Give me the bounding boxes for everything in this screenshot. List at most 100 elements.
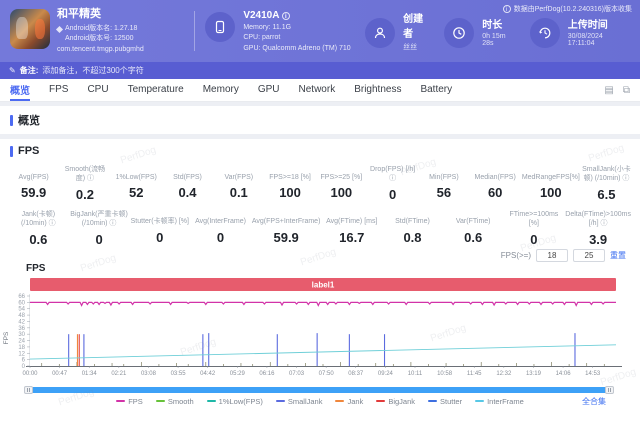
section-accent-bar xyxy=(10,115,13,126)
metrics-row-1: Avg(FPS)59.9Smooth(流畅度) ⓘ0.21%Low(FPS)52… xyxy=(0,157,640,202)
duration-label: 时长 xyxy=(482,16,518,31)
metric-value: 100 xyxy=(265,185,314,200)
svg-text:66: 66 xyxy=(18,294,25,300)
app-version-code: Android版本号: 12500 xyxy=(57,34,144,44)
fps-threshold-filter: FPS(>=) 重置 xyxy=(0,247,640,263)
svg-text:07:03: 07:03 xyxy=(289,371,305,377)
svg-text:03:55: 03:55 xyxy=(171,371,187,377)
scrollbar-track[interactable] xyxy=(32,387,606,393)
fullscreen-icon[interactable]: ⧉ xyxy=(623,85,630,96)
metric-value: 0.2 xyxy=(60,187,109,202)
tab-cpu[interactable]: CPU xyxy=(87,79,108,101)
note-label: 备注: xyxy=(20,65,39,76)
svg-text:01:34: 01:34 xyxy=(82,371,98,377)
svg-text:00:00: 00:00 xyxy=(22,371,38,377)
svg-text:09:24: 09:24 xyxy=(378,371,394,377)
metric-value: 59.9 xyxy=(252,230,321,245)
history-clock-icon xyxy=(530,18,560,48)
metric-value: 0.6 xyxy=(444,230,503,245)
fps-chart[interactable]: label10612182430364248546066FPS00:0000:4… xyxy=(0,276,640,385)
metric-label: SmallJank(小卡顿) (/10min) ⓘ xyxy=(582,165,631,184)
svg-text:06:16: 06:16 xyxy=(259,371,275,377)
scrollbar-left-handle[interactable] xyxy=(24,386,33,394)
legend-swatch xyxy=(116,400,125,402)
tab-overview[interactable]: 概览 xyxy=(10,79,30,101)
panel-layout-icon[interactable]: ▤ xyxy=(604,85,613,96)
app-version-name: Android版本名: 1.27.18 xyxy=(65,24,137,34)
legend-item-jank[interactable]: Jank xyxy=(335,397,363,406)
tab-battery[interactable]: Battery xyxy=(420,79,452,101)
metric-cell: Avg(FTime) [ms]16.7 xyxy=(321,210,382,247)
legend-item-bigjank[interactable]: BigJank xyxy=(376,397,415,406)
metric-label: FPS>=18 [%] xyxy=(265,165,314,182)
legend-item-fps[interactable]: FPS xyxy=(116,397,143,406)
legend-swatch xyxy=(475,400,484,402)
fps-chart-svg[interactable]: label10612182430364248546066FPS00:0000:4… xyxy=(0,276,640,380)
metric-label: BigJank(严重卡顿) (/10min) ⓘ xyxy=(70,210,129,229)
svg-text:14:53: 14:53 xyxy=(585,371,601,377)
metric-label: Avg(InterFrame) xyxy=(191,210,250,227)
svg-text:03:08: 03:08 xyxy=(141,371,157,377)
fps-threshold-input-1[interactable] xyxy=(536,249,568,262)
svg-text:0: 0 xyxy=(22,364,26,370)
metric-value: 52 xyxy=(112,185,161,200)
tab-temperature[interactable]: Temperature xyxy=(128,79,184,101)
note-bar[interactable]: ✎ 备注: 添加备注，不超过300个字符 xyxy=(0,62,640,79)
app-package: com.tencent.tmgp.pubgmhd xyxy=(57,45,144,55)
clock-icon xyxy=(444,18,474,48)
svg-text:12:32: 12:32 xyxy=(496,371,512,377)
metric-label: Avg(FPS+InterFrame) xyxy=(252,210,321,227)
metric-label: FTime>=100ms [%] xyxy=(505,210,564,229)
legend-select-all[interactable]: 全合集 xyxy=(582,396,606,407)
tab-gpu[interactable]: GPU xyxy=(258,79,280,101)
fps-threshold-input-2[interactable] xyxy=(573,249,605,262)
legend-item-smooth[interactable]: Smooth xyxy=(156,397,194,406)
metric-label: Var(FTime) xyxy=(444,210,503,227)
device-info-block: V2410A i Memory: 11.1G CPU: parrot GPU: … xyxy=(205,8,353,55)
metric-cell: Smooth(流畅度) ⓘ 0.2 xyxy=(59,165,110,202)
metric-label: Var(FPS) xyxy=(214,165,263,182)
svg-text:08:37: 08:37 xyxy=(348,371,364,377)
svg-text:12: 12 xyxy=(18,351,25,357)
metric-label: FPS>=25 [%] xyxy=(317,165,366,182)
scrollbar-right-handle[interactable] xyxy=(605,386,614,394)
fps-section: FPS Avg(FPS)59.9Smooth(流畅度) ⓘ0.21%Low(FP… xyxy=(0,139,640,423)
edit-icon: ✎ xyxy=(9,66,16,75)
fps-filter-reset-button[interactable]: 重置 xyxy=(610,250,626,261)
device-meta: V2410A i Memory: 11.1G CPU: parrot GPU: … xyxy=(243,8,350,55)
svg-text:10:11: 10:11 xyxy=(408,371,423,377)
metric-label: Avg(FTime) [ms] xyxy=(322,210,381,227)
metric-cell: Avg(FPS) 59.9 xyxy=(8,165,59,202)
metric-cell: BigJank(严重卡顿) (/10min) ⓘ0 xyxy=(69,210,130,247)
svg-text:30: 30 xyxy=(18,332,25,338)
overview-section-title: 概览 xyxy=(18,112,40,128)
legend-item-stutter[interactable]: Stutter xyxy=(428,397,462,406)
svg-text:13:19: 13:19 xyxy=(526,371,542,377)
metric-cell: Min(FPS)56 xyxy=(418,165,469,202)
metric-cell: SmallJank(小卡顿) (/10min) ⓘ6.5 xyxy=(581,165,632,202)
svg-text:11:45: 11:45 xyxy=(467,371,482,377)
svg-text:6: 6 xyxy=(22,357,26,363)
metric-label: Avg(FPS) xyxy=(9,165,58,182)
device-info-icon[interactable]: i xyxy=(282,12,290,20)
tab-fps[interactable]: FPS xyxy=(49,79,68,101)
overview-section: 概览 xyxy=(0,106,640,134)
legend-swatch xyxy=(156,400,165,402)
svg-text:05:29: 05:29 xyxy=(230,371,246,377)
section-accent-bar xyxy=(10,146,13,157)
metric-value: 3.9 xyxy=(565,232,631,247)
legend-item-interframe[interactable]: InterFrame xyxy=(475,397,524,406)
legend-item-1-low-fps-[interactable]: 1%Low(FPS) xyxy=(207,397,263,406)
tab-network[interactable]: Network xyxy=(299,79,336,101)
duration-block: 时长 0h 15m 28s xyxy=(444,14,518,48)
svg-text:FPS: FPS xyxy=(3,331,10,344)
metric-value: 0.8 xyxy=(383,230,442,245)
legend-item-smalljank[interactable]: SmallJank xyxy=(276,397,323,406)
tab-memory[interactable]: Memory xyxy=(203,79,239,101)
metric-label: Smooth(流畅度) ⓘ xyxy=(60,165,109,184)
metric-value: 59.9 xyxy=(9,185,58,200)
metric-label: MedRangeFPS[%] xyxy=(522,165,580,182)
upload-time-block: 上传时间 30/08/2024 17:11:04 xyxy=(530,14,630,48)
tab-brightness[interactable]: Brightness xyxy=(354,79,401,101)
chart-range-scrollbar[interactable] xyxy=(24,386,614,394)
